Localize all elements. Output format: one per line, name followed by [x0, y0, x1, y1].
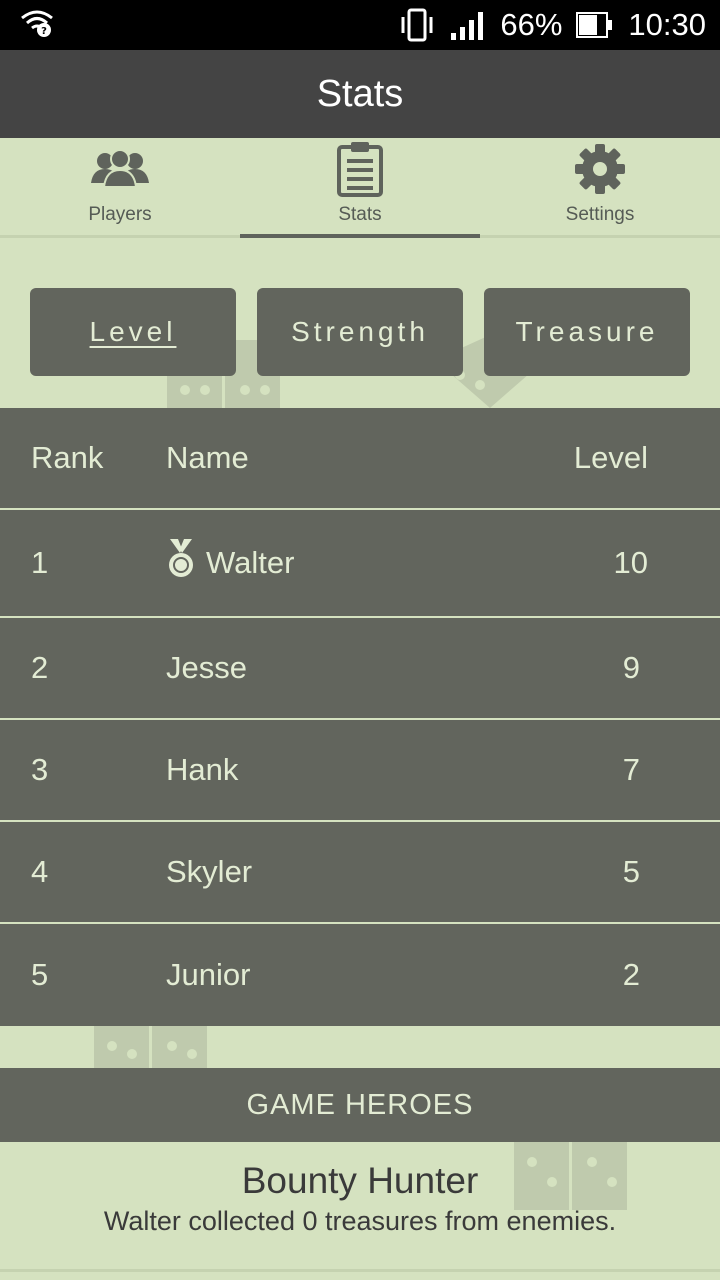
game-heroes-title: GAME HEROES: [246, 1088, 474, 1121]
row-rank: 4: [31, 854, 49, 889]
row-name: Jesse: [166, 650, 247, 685]
row-rank: 2: [31, 650, 49, 685]
app-header: Stats: [0, 50, 720, 138]
clipboard-icon: [337, 140, 383, 198]
wifi-icon: ?: [20, 8, 54, 43]
page-title: Stats: [316, 72, 404, 115]
gear-icon: [574, 140, 626, 198]
row-rank: 5: [31, 957, 49, 992]
ranking-table: Rank Name Level 1 Walter 10 2 Jesse 9 3 …: [0, 408, 720, 1026]
header-rank: Rank: [31, 440, 104, 475]
hero-description: Walter collected 0 treasures from enemie…: [103, 1206, 617, 1236]
battery-percent: 66%: [500, 7, 563, 42]
medal-icon: [166, 539, 196, 587]
header-value: Level: [573, 440, 648, 475]
sort-level-label: Level: [89, 316, 177, 347]
header-name: Name: [166, 440, 249, 475]
table-row[interactable]: 1 Walter 10: [0, 510, 720, 618]
table-row[interactable]: 5 Junior 2: [0, 924, 720, 1026]
tab-label: Players: [88, 204, 152, 225]
table-row[interactable]: 4 Skyler 5: [0, 822, 720, 924]
sort-treasure-label: Treasure: [515, 316, 659, 347]
sort-buttons: Level Strength Treasure: [30, 288, 690, 376]
battery-icon: [576, 11, 614, 39]
table-row[interactable]: 2 Jesse 9: [0, 618, 720, 720]
tab-settings[interactable]: Settings: [480, 138, 720, 235]
sort-strength-label: Strength: [291, 316, 429, 347]
row-value: 10: [613, 545, 648, 580]
row-value: 5: [622, 854, 640, 889]
svg-text:?: ?: [41, 26, 47, 37]
table-header: Rank Name Level: [0, 408, 720, 510]
row-value: 7: [622, 752, 640, 787]
sort-level-button[interactable]: Level: [30, 288, 236, 376]
vibrate-icon: [398, 8, 436, 42]
sort-treasure-button[interactable]: Treasure: [484, 288, 690, 376]
row-name: Skyler: [166, 854, 253, 889]
row-value: 9: [622, 650, 640, 685]
divider: [0, 1269, 720, 1272]
row-name: Hank: [166, 752, 239, 787]
row-name: Junior: [166, 957, 251, 992]
row-name-cell: Walter: [166, 539, 294, 587]
players-icon: [91, 140, 149, 198]
signal-icon: [450, 9, 486, 41]
row-value: 2: [622, 957, 640, 992]
table-row[interactable]: 3 Hank 7: [0, 720, 720, 822]
row-rank: 3: [31, 752, 49, 787]
tab-label: Settings: [565, 204, 635, 225]
hero-title: Bounty Hunter: [241, 1160, 479, 1201]
game-heroes-header: GAME HEROES: [0, 1068, 720, 1142]
status-bar: ? 66% 10:30: [0, 0, 720, 50]
row-rank: 1: [31, 545, 49, 580]
row-name: Walter: [206, 545, 295, 580]
sort-strength-button[interactable]: Strength: [257, 288, 463, 376]
dice-watermark-icon: [94, 1024, 207, 1068]
tab-stats[interactable]: Stats: [240, 138, 480, 238]
tab-label: Stats: [338, 204, 382, 225]
hero-card: Bounty Hunter Walter collected 0 treasur…: [0, 1142, 720, 1280]
tab-bar: Players Stats Settings: [0, 138, 720, 238]
clock: 10:30: [628, 7, 706, 42]
tab-players[interactable]: Players: [0, 138, 240, 235]
